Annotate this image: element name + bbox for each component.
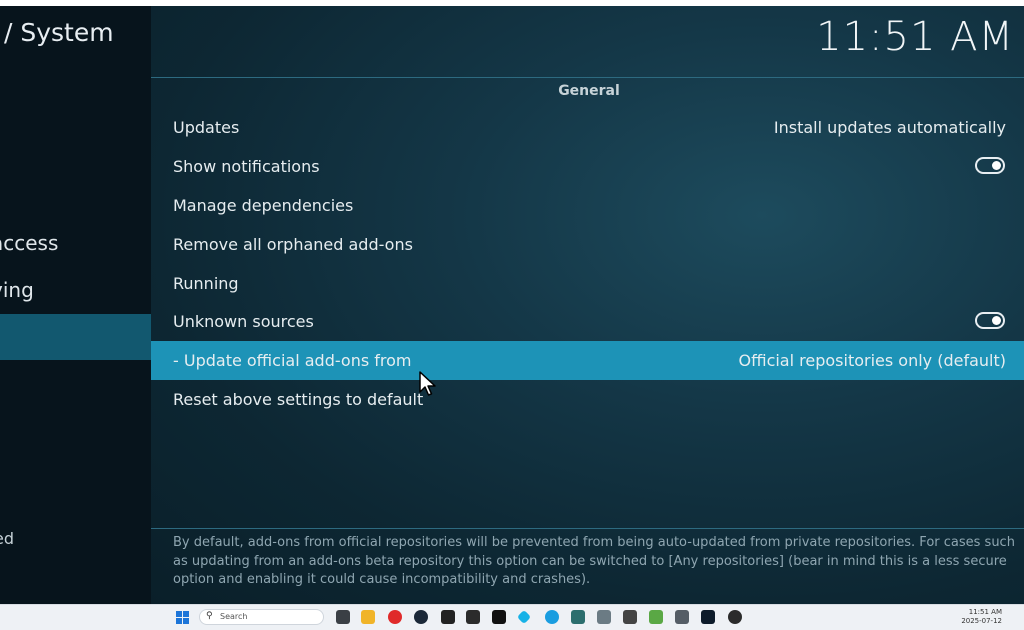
terminal-icon[interactable] <box>466 610 480 624</box>
setting-value: Install updates automatically <box>773 118 1006 137</box>
notepad-icon[interactable] <box>649 610 663 624</box>
setting-manage-dependencies[interactable]: Manage dependencies <box>151 186 1024 225</box>
windows-start-icon[interactable] <box>176 611 189 624</box>
help-text: By default, add-ons from official reposi… <box>173 535 1015 587</box>
file-explorer-icon[interactable] <box>361 610 375 624</box>
sidebar-item-access[interactable]: access <box>0 220 151 266</box>
setting-value: Official repositories only (default) <box>738 351 1007 370</box>
edge-icon[interactable] <box>545 610 559 624</box>
app-badge-icon[interactable] <box>728 610 742 624</box>
sidebar-item-label: ving <box>0 278 34 302</box>
taskbar: ⚲ Search 11:51 AM 2025-07-12 <box>0 604 1024 630</box>
search-icon: ⚲ <box>206 611 213 621</box>
setting-updates[interactable]: Updates Install updates automatically <box>151 108 1024 147</box>
taskbar-date: 2025-07-12 <box>961 617 1002 625</box>
setting-label: Reset above settings to default <box>173 390 424 409</box>
epic-icon[interactable] <box>492 610 506 624</box>
setting-show-notifications[interactable]: Show notifications <box>151 147 1024 186</box>
divider <box>151 77 1024 78</box>
setting-label: Manage dependencies <box>173 196 354 215</box>
setting-label: Unknown sources <box>173 312 314 331</box>
pen-icon[interactable] <box>623 610 637 624</box>
setting-unknown-sources[interactable]: Unknown sources <box>151 302 1024 341</box>
kodi-window: / System access ving ed 11:51 AM General… <box>0 6 1024 604</box>
sidebar-bottom-label: ed <box>0 529 14 548</box>
setting-label: Running <box>173 274 239 293</box>
mouse-cursor-icon <box>419 371 436 396</box>
toggle-switch[interactable] <box>975 312 1005 329</box>
setting-update-official-from[interactable]: - Update official add-ons from Official … <box>151 341 1024 380</box>
toggle-knob <box>992 161 1001 170</box>
sidebar-item-selected[interactable] <box>0 314 151 360</box>
clock: 11:51 AM <box>816 14 1014 60</box>
opera-icon[interactable] <box>388 610 402 624</box>
section-title: General <box>558 83 620 99</box>
setting-label: Updates <box>173 118 240 137</box>
taskbar-search[interactable]: ⚲ Search <box>199 609 324 625</box>
media-player-icon[interactable] <box>701 610 715 624</box>
search-placeholder: Search <box>220 612 248 621</box>
divider <box>151 528 1024 529</box>
storage-icon[interactable] <box>675 610 689 624</box>
taskbar-time: 11:51 AM <box>968 608 1002 616</box>
wolf-icon[interactable] <box>597 610 611 624</box>
setting-running[interactable]: Running <box>151 264 1024 303</box>
sidebar-item-ving[interactable]: ving <box>0 267 151 313</box>
sidebar-item-label: access <box>0 231 59 255</box>
toggle-knob <box>992 316 1001 325</box>
setting-remove-orphaned[interactable]: Remove all orphaned add-ons <box>151 225 1024 264</box>
task-view-icon[interactable] <box>336 610 350 624</box>
settings-panel: 11:51 AM General Updates Install updates… <box>151 6 1024 604</box>
game-icon[interactable] <box>441 610 455 624</box>
setting-reset-defaults[interactable]: Reset above settings to default <box>151 380 1024 419</box>
setting-label: Show notifications <box>173 157 320 176</box>
steam-icon[interactable] <box>414 610 428 624</box>
setting-label: Remove all orphaned add-ons <box>173 235 413 254</box>
sidebar: / System access ving ed <box>0 6 151 604</box>
toggle-switch[interactable] <box>975 157 1005 174</box>
app-icon[interactable] <box>571 610 585 624</box>
kodi-icon[interactable] <box>516 609 532 625</box>
setting-label: - Update official add-ons from <box>173 351 412 370</box>
breadcrumb: / System <box>4 18 114 47</box>
taskbar-clock[interactable]: 11:51 AM 2025-07-12 <box>961 608 1002 626</box>
